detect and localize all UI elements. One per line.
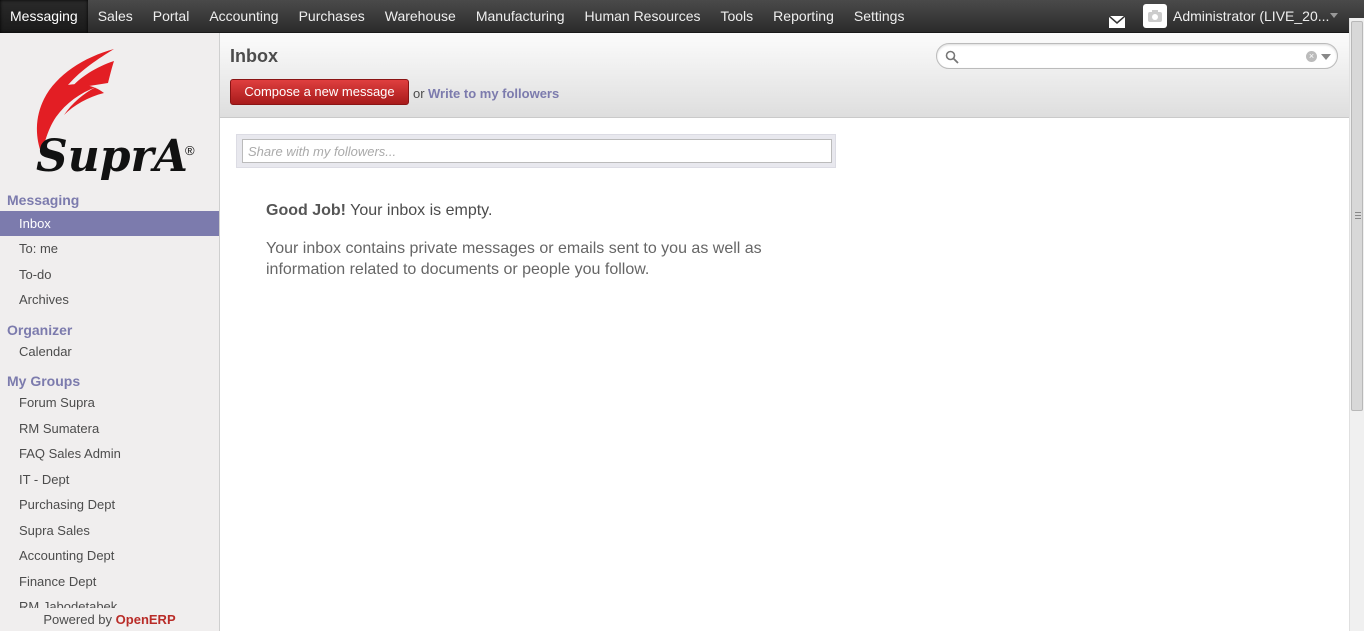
sidebar-item-forum-supra[interactable]: Forum Supra (0, 390, 219, 415)
menu-purchases[interactable]: Purchases (289, 0, 375, 33)
chevron-down-icon[interactable] (1330, 13, 1338, 18)
sidebar-item-to-me[interactable]: To: me (0, 236, 219, 261)
logo-text: SuprA (36, 131, 188, 182)
menu-settings[interactable]: Settings (844, 0, 915, 33)
good-job-label: Good Job! (266, 202, 346, 219)
search-input[interactable] (963, 47, 1303, 65)
scroll-grip-icon (1355, 212, 1361, 213)
user-menu-label[interactable]: Administrator (LIVE_20... (1173, 0, 1329, 33)
company-logo[interactable]: SuprA ® (14, 47, 204, 182)
search-icon (945, 50, 959, 64)
share-with-followers-input[interactable] (242, 139, 832, 163)
or-label: or (413, 86, 425, 101)
camera-icon (1148, 10, 1162, 22)
powered-by-label: Powered by (43, 612, 113, 627)
empty-inbox-message: Good Job! Your inbox is empty. (266, 202, 492, 220)
menu-reporting[interactable]: Reporting (763, 0, 844, 33)
top-navbar: Messaging Sales Portal Accounting Purcha… (0, 0, 1364, 33)
sidebar-item-supra-sales[interactable]: Supra Sales (0, 518, 219, 543)
section-organizer-title: Organizer (7, 322, 73, 338)
openerp-link[interactable]: OpenERP (116, 612, 176, 627)
clear-search-icon[interactable]: × (1306, 51, 1317, 62)
menu-warehouse[interactable]: Warehouse (375, 0, 466, 33)
sidebar-item-it-dept[interactable]: IT - Dept (0, 467, 219, 492)
sidebar-item-finance-dept[interactable]: Finance Dept (0, 569, 219, 594)
sidebar: SuprA ® Messaging Inbox To: me To-do Arc… (0, 33, 220, 631)
menu-portal[interactable]: Portal (143, 0, 200, 33)
page-title: Inbox (230, 46, 278, 66)
menu-manufacturing[interactable]: Manufacturing (466, 0, 575, 33)
inbox-empty-label: Your inbox is empty. (345, 202, 493, 219)
search-options-dropdown[interactable] (1321, 54, 1331, 60)
menu-sales[interactable]: Sales (88, 0, 143, 33)
sidebar-item-to-do[interactable]: To-do (0, 262, 219, 287)
empty-inbox-description: Your inbox contains private messages or … (266, 240, 762, 278)
sidebar-item-inbox[interactable]: Inbox (0, 211, 219, 236)
menu-messaging[interactable]: Messaging (0, 0, 88, 33)
user-avatar[interactable] (1143, 4, 1167, 28)
compose-message-button[interactable]: Compose a new message (230, 79, 409, 105)
page-scrollbar[interactable] (1349, 18, 1364, 631)
sidebar-item-rm-sumatera[interactable]: RM Sumatera (0, 416, 219, 441)
sidebar-item-archives[interactable]: Archives (0, 287, 219, 312)
powered-by-footer: Powered by OpenERP (0, 608, 219, 631)
menu-tools[interactable]: Tools (710, 0, 763, 33)
scrollbar-thumb[interactable] (1351, 21, 1363, 411)
svg-text:®: ® (185, 143, 195, 158)
page-header: Inbox Compose a new message or Write to … (220, 33, 1349, 118)
mail-icon[interactable] (1109, 16, 1125, 28)
section-groups-title: My Groups (7, 373, 81, 389)
menu-human-resources[interactable]: Human Resources (575, 0, 711, 33)
main-menu: Messaging Sales Portal Accounting Purcha… (0, 0, 914, 33)
sidebar-item-calendar[interactable]: Calendar (0, 339, 219, 364)
sidebar-item-accounting-dept[interactable]: Accounting Dept (0, 543, 219, 568)
write-to-followers-link[interactable]: Write to my followers (428, 86, 559, 101)
share-box (236, 134, 836, 168)
menu-accounting[interactable]: Accounting (199, 0, 288, 33)
search-box[interactable]: × (936, 43, 1338, 69)
sidebar-item-faq-sales-admin[interactable]: FAQ Sales Admin (0, 441, 219, 466)
sidebar-item-purchasing-dept[interactable]: Purchasing Dept (0, 492, 219, 517)
section-messaging-title: Messaging (7, 192, 80, 208)
